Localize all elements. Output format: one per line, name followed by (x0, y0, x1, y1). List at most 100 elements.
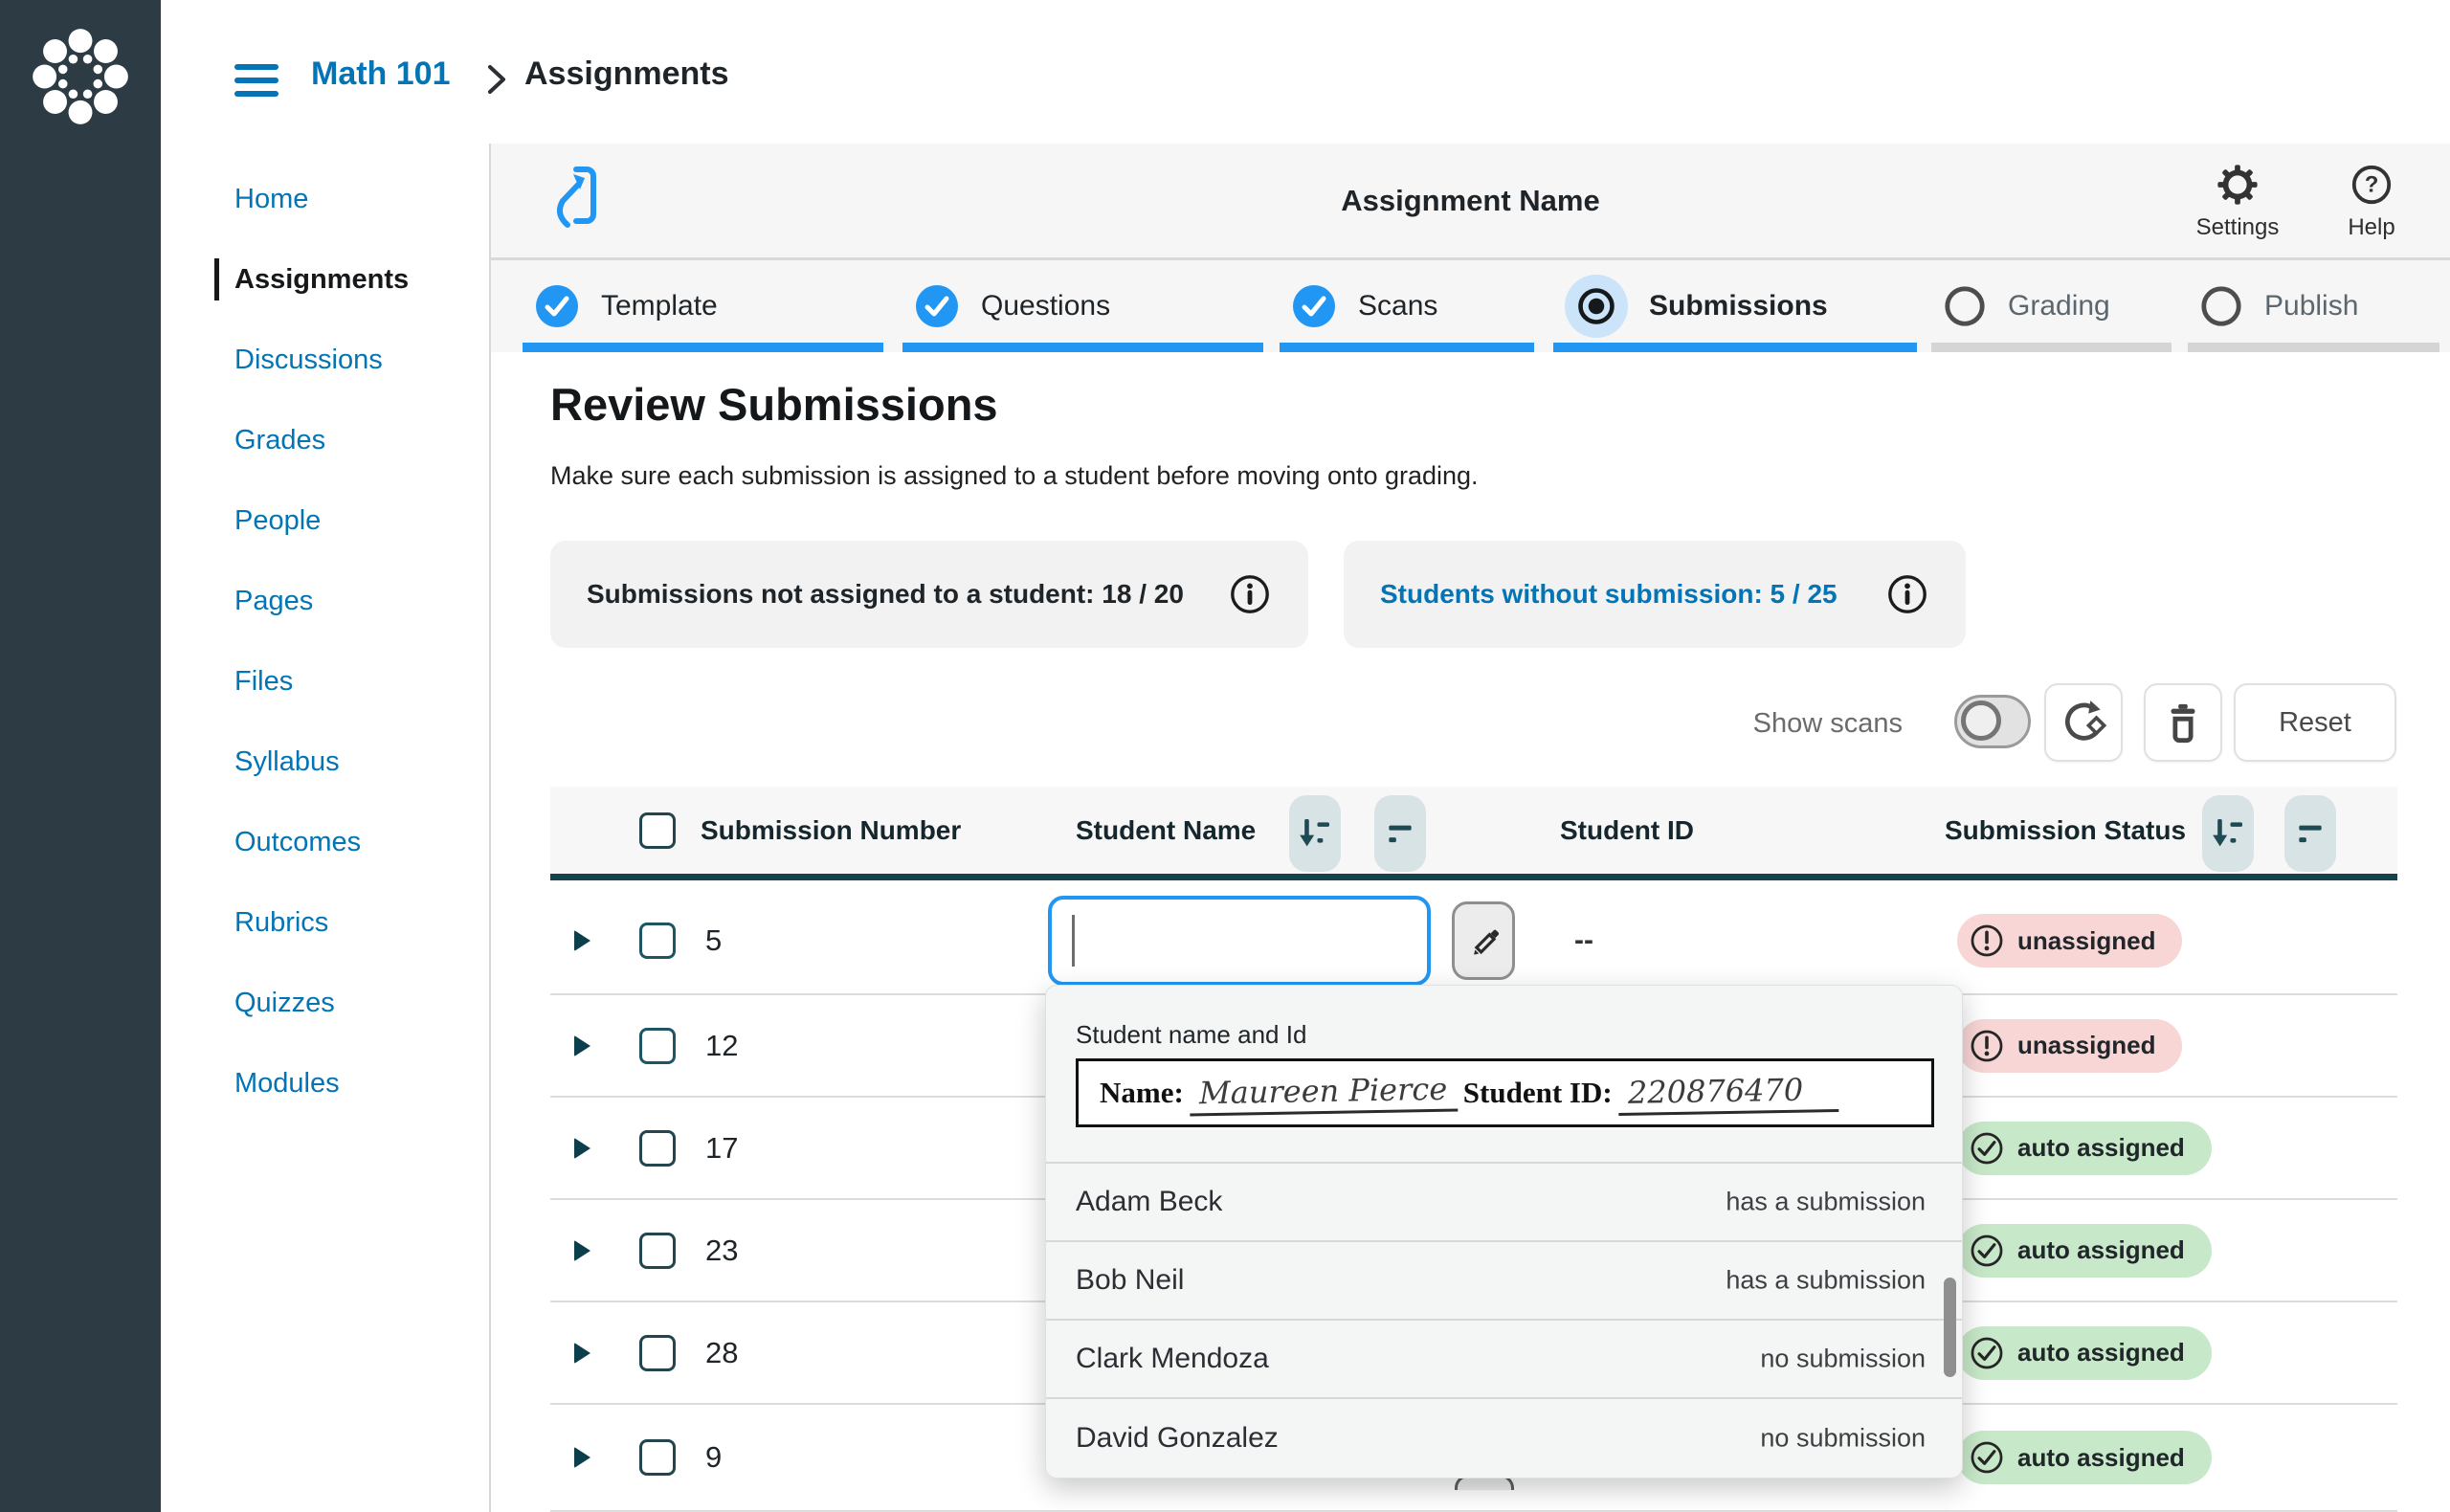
nav-item-rubrics[interactable]: Rubrics (161, 882, 489, 963)
scan-preview: Name: Maureen Pierce Student ID: 2208764… (1076, 1058, 1934, 1127)
info-icon[interactable] (1885, 572, 1929, 616)
submissions-table-header: Submission Number Student Name Student I… (550, 787, 2397, 880)
student-option-status: has a submission (1726, 1188, 1926, 1217)
nav-item-discussions[interactable]: Discussions (161, 320, 489, 400)
scan-id-label: Student ID: (1463, 1076, 1613, 1110)
student-option-name: Bob Neil (1076, 1264, 1184, 1297)
settings-label: Settings (2196, 214, 2280, 241)
row-checkbox[interactable] (639, 1439, 676, 1476)
submission-number: 17 (705, 1131, 738, 1166)
nav-item-syllabus[interactable]: Syllabus (161, 722, 489, 802)
expand-row-icon[interactable] (574, 1240, 590, 1261)
status-text: auto assigned (2017, 1443, 2185, 1473)
hamburger-menu-icon[interactable] (234, 64, 278, 97)
step-label: Publish (2264, 290, 2358, 322)
rerun-auto-assign-button[interactable] (2044, 683, 2123, 762)
sort-descending-icon (2209, 814, 2247, 853)
help-button[interactable]: ? Help (2324, 163, 2419, 241)
settings-button[interactable]: Settings (2180, 163, 2295, 241)
status-badge: auto assigned (1957, 1122, 2212, 1175)
student-option-name: David Gonzalez (1076, 1422, 1279, 1455)
step-questions[interactable]: Questions (902, 260, 1263, 352)
expand-row-icon[interactable] (574, 1343, 590, 1364)
step-label: Grading (2008, 290, 2110, 322)
global-nav-rail (0, 0, 161, 1512)
nav-item-grades[interactable]: Grades (161, 400, 489, 480)
info-icon[interactable] (1228, 572, 1272, 616)
student-option[interactable]: Clark Mendoza no submission (1046, 1319, 1962, 1397)
expand-row-icon[interactable] (574, 1447, 590, 1468)
student-name-input[interactable] (1048, 896, 1431, 986)
step-label: Submissions (1649, 290, 1828, 322)
step-grading[interactable]: Grading (1931, 260, 2172, 352)
status-text: auto assigned (2017, 1338, 2185, 1367)
table-row: 5 -- unassigned (550, 888, 2397, 995)
select-all-checkbox[interactable] (639, 812, 676, 849)
dropdown-scrollbar[interactable] (1944, 1278, 1956, 1377)
gear-icon (2216, 163, 2260, 207)
check-circle-icon (1969, 1335, 2005, 1371)
student-option-name: Clark Mendoza (1076, 1343, 1269, 1375)
step-template[interactable]: Template (523, 260, 883, 352)
student-option[interactable]: Bob Neil has a submission (1046, 1240, 1962, 1319)
canvas-logo[interactable] (29, 25, 132, 128)
submission-number: 28 (705, 1336, 738, 1370)
students-without-submission-summary: Students without submission: 5 / 25 (1344, 541, 1966, 648)
student-option-status: has a submission (1726, 1266, 1926, 1296)
page-subtitle: Make sure each submission is assigned to… (550, 461, 1479, 491)
submission-number: 12 (705, 1029, 738, 1063)
step-publish[interactable]: Publish (2188, 260, 2439, 352)
status-badge: auto assigned (1957, 1224, 2212, 1278)
breadcrumb-course-link[interactable]: Math 101 (311, 56, 451, 93)
step-upcoming-circle-icon (2199, 284, 2243, 328)
step-label: Scans (1358, 290, 1437, 322)
check-circle-icon (1969, 1130, 2005, 1167)
status-badge: unassigned (1957, 1019, 2182, 1073)
edit-name-button[interactable] (1452, 901, 1515, 980)
breadcrumb-chevron-icon (484, 63, 509, 96)
row-checkbox[interactable] (639, 1130, 676, 1167)
help-label: Help (2348, 214, 2394, 241)
delete-button[interactable] (2144, 683, 2222, 762)
row-checkbox[interactable] (639, 1028, 676, 1064)
page-title: Review Submissions (550, 378, 998, 431)
student-option[interactable]: Adam Beck has a submission (1046, 1162, 1962, 1240)
student-name-sort-button[interactable] (1289, 795, 1341, 872)
nav-item-modules[interactable]: Modules (161, 1043, 489, 1123)
exclamation-circle-icon (1969, 923, 2005, 959)
nav-item-files[interactable]: Files (161, 641, 489, 722)
nav-item-people[interactable]: People (161, 480, 489, 561)
student-option[interactable]: David Gonzalez no submission (1046, 1397, 1962, 1478)
expand-row-icon[interactable] (574, 1138, 590, 1159)
student-option-status: no submission (1760, 1424, 1926, 1454)
submission-number: 5 (705, 923, 722, 958)
step-complete-check-icon (534, 283, 580, 329)
nav-item-pages[interactable]: Pages (161, 561, 489, 641)
submission-status-sort-button[interactable] (2202, 795, 2254, 872)
reset-button[interactable]: Reset (2234, 683, 2396, 762)
expand-row-icon[interactable] (574, 930, 590, 951)
nav-item-home[interactable]: Home (161, 159, 489, 239)
svg-text:?: ? (2365, 172, 2379, 198)
scan-handwritten-name: Maureen Pierce (1189, 1070, 1458, 1116)
row-checkbox[interactable] (639, 1335, 676, 1371)
status-text: unassigned (2017, 1031, 2155, 1060)
status-text: unassigned (2017, 926, 2155, 956)
student-assign-dropdown: Student name and Id Name: Maureen Pierce… (1045, 985, 1963, 1479)
row-checkbox[interactable] (639, 1233, 676, 1269)
step-complete-check-icon (1291, 283, 1337, 329)
expand-row-icon[interactable] (574, 1035, 590, 1056)
students-without-submission-link[interactable]: Students without submission: 5 / 25 (1380, 579, 1838, 610)
student-option-status: no submission (1760, 1345, 1926, 1374)
step-submissions[interactable]: Submissions (1553, 260, 1917, 352)
show-scans-toggle[interactable] (1954, 695, 2031, 748)
nav-item-quizzes[interactable]: Quizzes (161, 963, 489, 1043)
row-checkbox[interactable] (639, 923, 676, 959)
unassigned-submissions-summary: Submissions not assigned to a student: 1… (550, 541, 1308, 648)
nav-item-outcomes[interactable]: Outcomes (161, 802, 489, 882)
filter-icon (1381, 814, 1419, 853)
student-name-filter-button[interactable] (1374, 795, 1426, 872)
submission-status-filter-button[interactable] (2284, 795, 2336, 872)
step-scans[interactable]: Scans (1280, 260, 1534, 352)
nav-item-assignments[interactable]: Assignments (161, 239, 489, 320)
